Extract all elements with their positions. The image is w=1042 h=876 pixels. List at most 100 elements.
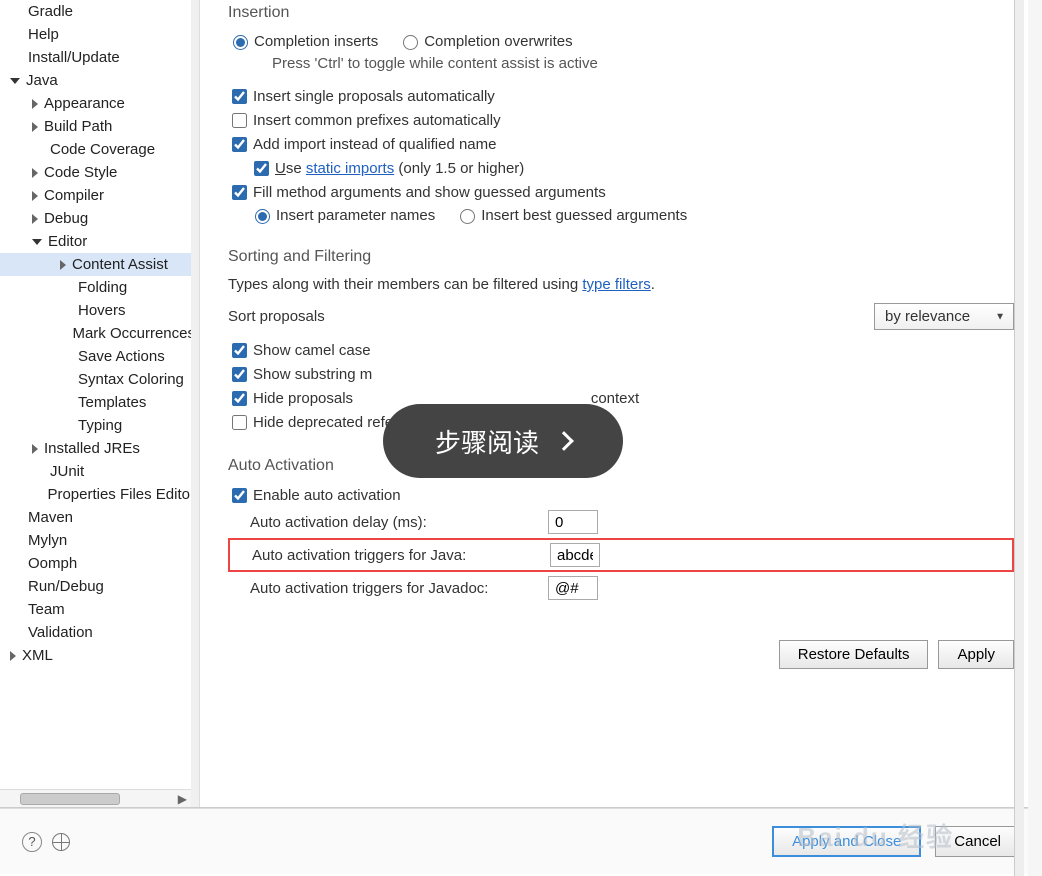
tree-item-run-debug[interactable]: Run/Debug [0,575,199,598]
check-show-substring-label: Show substring m [253,366,372,383]
auto-javadoc-label: Auto activation triggers for Javadoc: [228,580,548,597]
cancel-button[interactable]: Cancel [935,826,1020,857]
tree-item-code-style[interactable]: Code Style [0,161,199,184]
highlight-java-triggers: Auto activation triggers for Java: [228,538,1014,572]
preferences-sidebar: Gradle HelpInstall/Update Java AppearanceBu… [0,0,200,807]
tree-item-templates[interactable]: Templates [0,391,199,414]
dropdown-sort-proposals[interactable]: by relevance [874,303,1014,330]
radio-insert-param[interactable] [255,209,270,224]
radio-insert-best-label: Insert best guessed arguments [481,207,687,224]
tree-item-syntax-coloring[interactable]: Syntax Coloring [0,368,199,391]
tree-item-label: XML [22,647,53,664]
tree-item-maven[interactable]: Maven [0,506,199,529]
tree-item-label: Compiler [44,187,104,204]
apply-close-button[interactable]: Apply and Close [772,826,921,857]
tree-item-compiler[interactable]: Compiler [0,184,199,207]
arrow-down-icon [32,239,42,245]
arrow-spacer [10,30,22,40]
tree-item-label: Team [28,601,65,618]
check-show-substring[interactable] [232,367,247,382]
check-hide-proposals[interactable] [232,391,247,406]
check-fill-method[interactable] [232,185,247,200]
tree-item-editor[interactable]: Editor [0,230,199,253]
overlay-pill[interactable]: 步骤阅读 [383,404,623,478]
apply-button[interactable]: Apply [938,640,1014,669]
link-type-filters[interactable]: type filters [582,276,650,293]
input-auto-delay[interactable] [548,510,598,534]
scroll-thumb[interactable] [20,793,120,805]
radio-completion-inserts[interactable] [233,35,248,50]
radio-completion-overwrites[interactable] [403,35,418,50]
tree-item-label: Mark Occurrences [72,325,195,342]
tree-item-label: Oomph [28,555,77,572]
section-sorting-title: Sorting and Filtering [228,248,1014,266]
tree-item-label: Syntax Coloring [78,371,184,388]
help-icon[interactable]: ? [22,832,42,852]
tree-item-junit[interactable]: JUnit [0,460,199,483]
window-edge [1014,0,1024,876]
tree-item-label: Editor [48,233,87,250]
arrow-spacer [10,53,22,63]
input-auto-java[interactable] [550,543,600,567]
check-enable-auto[interactable] [232,488,247,503]
arrow-right-icon [32,214,38,224]
auto-delay-label: Auto activation delay (ms): [228,514,548,531]
tree-item-install-update[interactable]: Install/Update [0,46,199,69]
tree-item-validation[interactable]: Validation [0,621,199,644]
section-insertion-title: Insertion [228,4,1014,22]
tree-item-folding[interactable]: Folding [0,276,199,299]
sort-label: Sort proposals [228,308,325,325]
check-show-camel[interactable] [232,343,247,358]
tree-item-xml[interactable]: XML [0,644,199,667]
arrow-spacer [60,283,72,293]
tree-item-debug[interactable]: Debug [0,207,199,230]
input-auto-javadoc[interactable] [548,576,598,600]
tree-item-label: Run/Debug [28,578,104,595]
radio-completion-inserts-label: Completion inserts [254,33,378,50]
import-export-icon[interactable] [52,833,70,851]
tree-item-mark-occurrences[interactable]: Mark Occurrences [0,322,199,345]
tree-item-team[interactable]: Team [0,598,199,621]
check-enable-auto-label: Enable auto activation [253,487,401,504]
check-hide-deprecated[interactable] [232,415,247,430]
scroll-arrow-right-icon[interactable]: ▶ [178,792,187,806]
radio-insert-best[interactable] [460,209,475,224]
tree-item-content-assist[interactable]: Content Assist [0,253,199,276]
tree-item-label: Debug [44,210,88,227]
tree-item-java[interactable]: Java [0,69,199,92]
arrow-spacer [32,145,44,155]
restore-defaults-button[interactable]: Restore Defaults [779,640,929,669]
tree-item-label: Hovers [78,302,126,319]
sash-handle[interactable] [191,0,199,807]
check-add-import[interactable] [232,137,247,152]
tree-item-code-coverage[interactable]: Code Coverage [0,138,199,161]
tree-item-typing[interactable]: Typing [0,414,199,437]
check-insert-common[interactable] [232,113,247,128]
link-static-imports[interactable]: static imports [306,160,394,177]
check-use-static-imports[interactable] [254,161,269,176]
preferences-tree[interactable]: Gradle HelpInstall/Update Java AppearanceBu… [0,0,199,707]
tree-item-appearance[interactable]: Appearance [0,92,199,115]
tree-item-help[interactable]: Help [0,23,199,46]
tree-item-mylyn[interactable]: Mylyn [0,529,199,552]
tree-item-oomph[interactable]: Oomph [0,552,199,575]
tree-item-build-path[interactable]: Build Path [0,115,199,138]
tree-item-properties-files-editor[interactable]: Properties Files Editor [0,483,199,506]
check-insert-single[interactable] [232,89,247,104]
arrow-right-icon [60,260,66,270]
arrow-spacer [10,628,22,638]
check-insert-single-label: Insert single proposals automatically [253,88,495,105]
check-use-static-label: Use static imports (only 1.5 or higher) [275,160,524,177]
tree-item-label: Save Actions [78,348,165,365]
tree-item-installed-jres[interactable]: Installed JREs [0,437,199,460]
arrow-right-icon [32,444,38,454]
tree-item-gradle[interactable]: Gradle [0,0,199,23]
vscroll-track[interactable] [1028,0,1042,876]
tree-item-label: Gradle [28,3,73,20]
tree-item-save-actions[interactable]: Save Actions [0,345,199,368]
check-add-import-label: Add import instead of qualified name [253,136,496,153]
sidebar-scrollbar[interactable]: ▶ [0,789,191,807]
tree-item-label: Java [26,72,58,89]
tree-item-hovers[interactable]: Hovers [0,299,199,322]
tree-item-label: Folding [78,279,127,296]
